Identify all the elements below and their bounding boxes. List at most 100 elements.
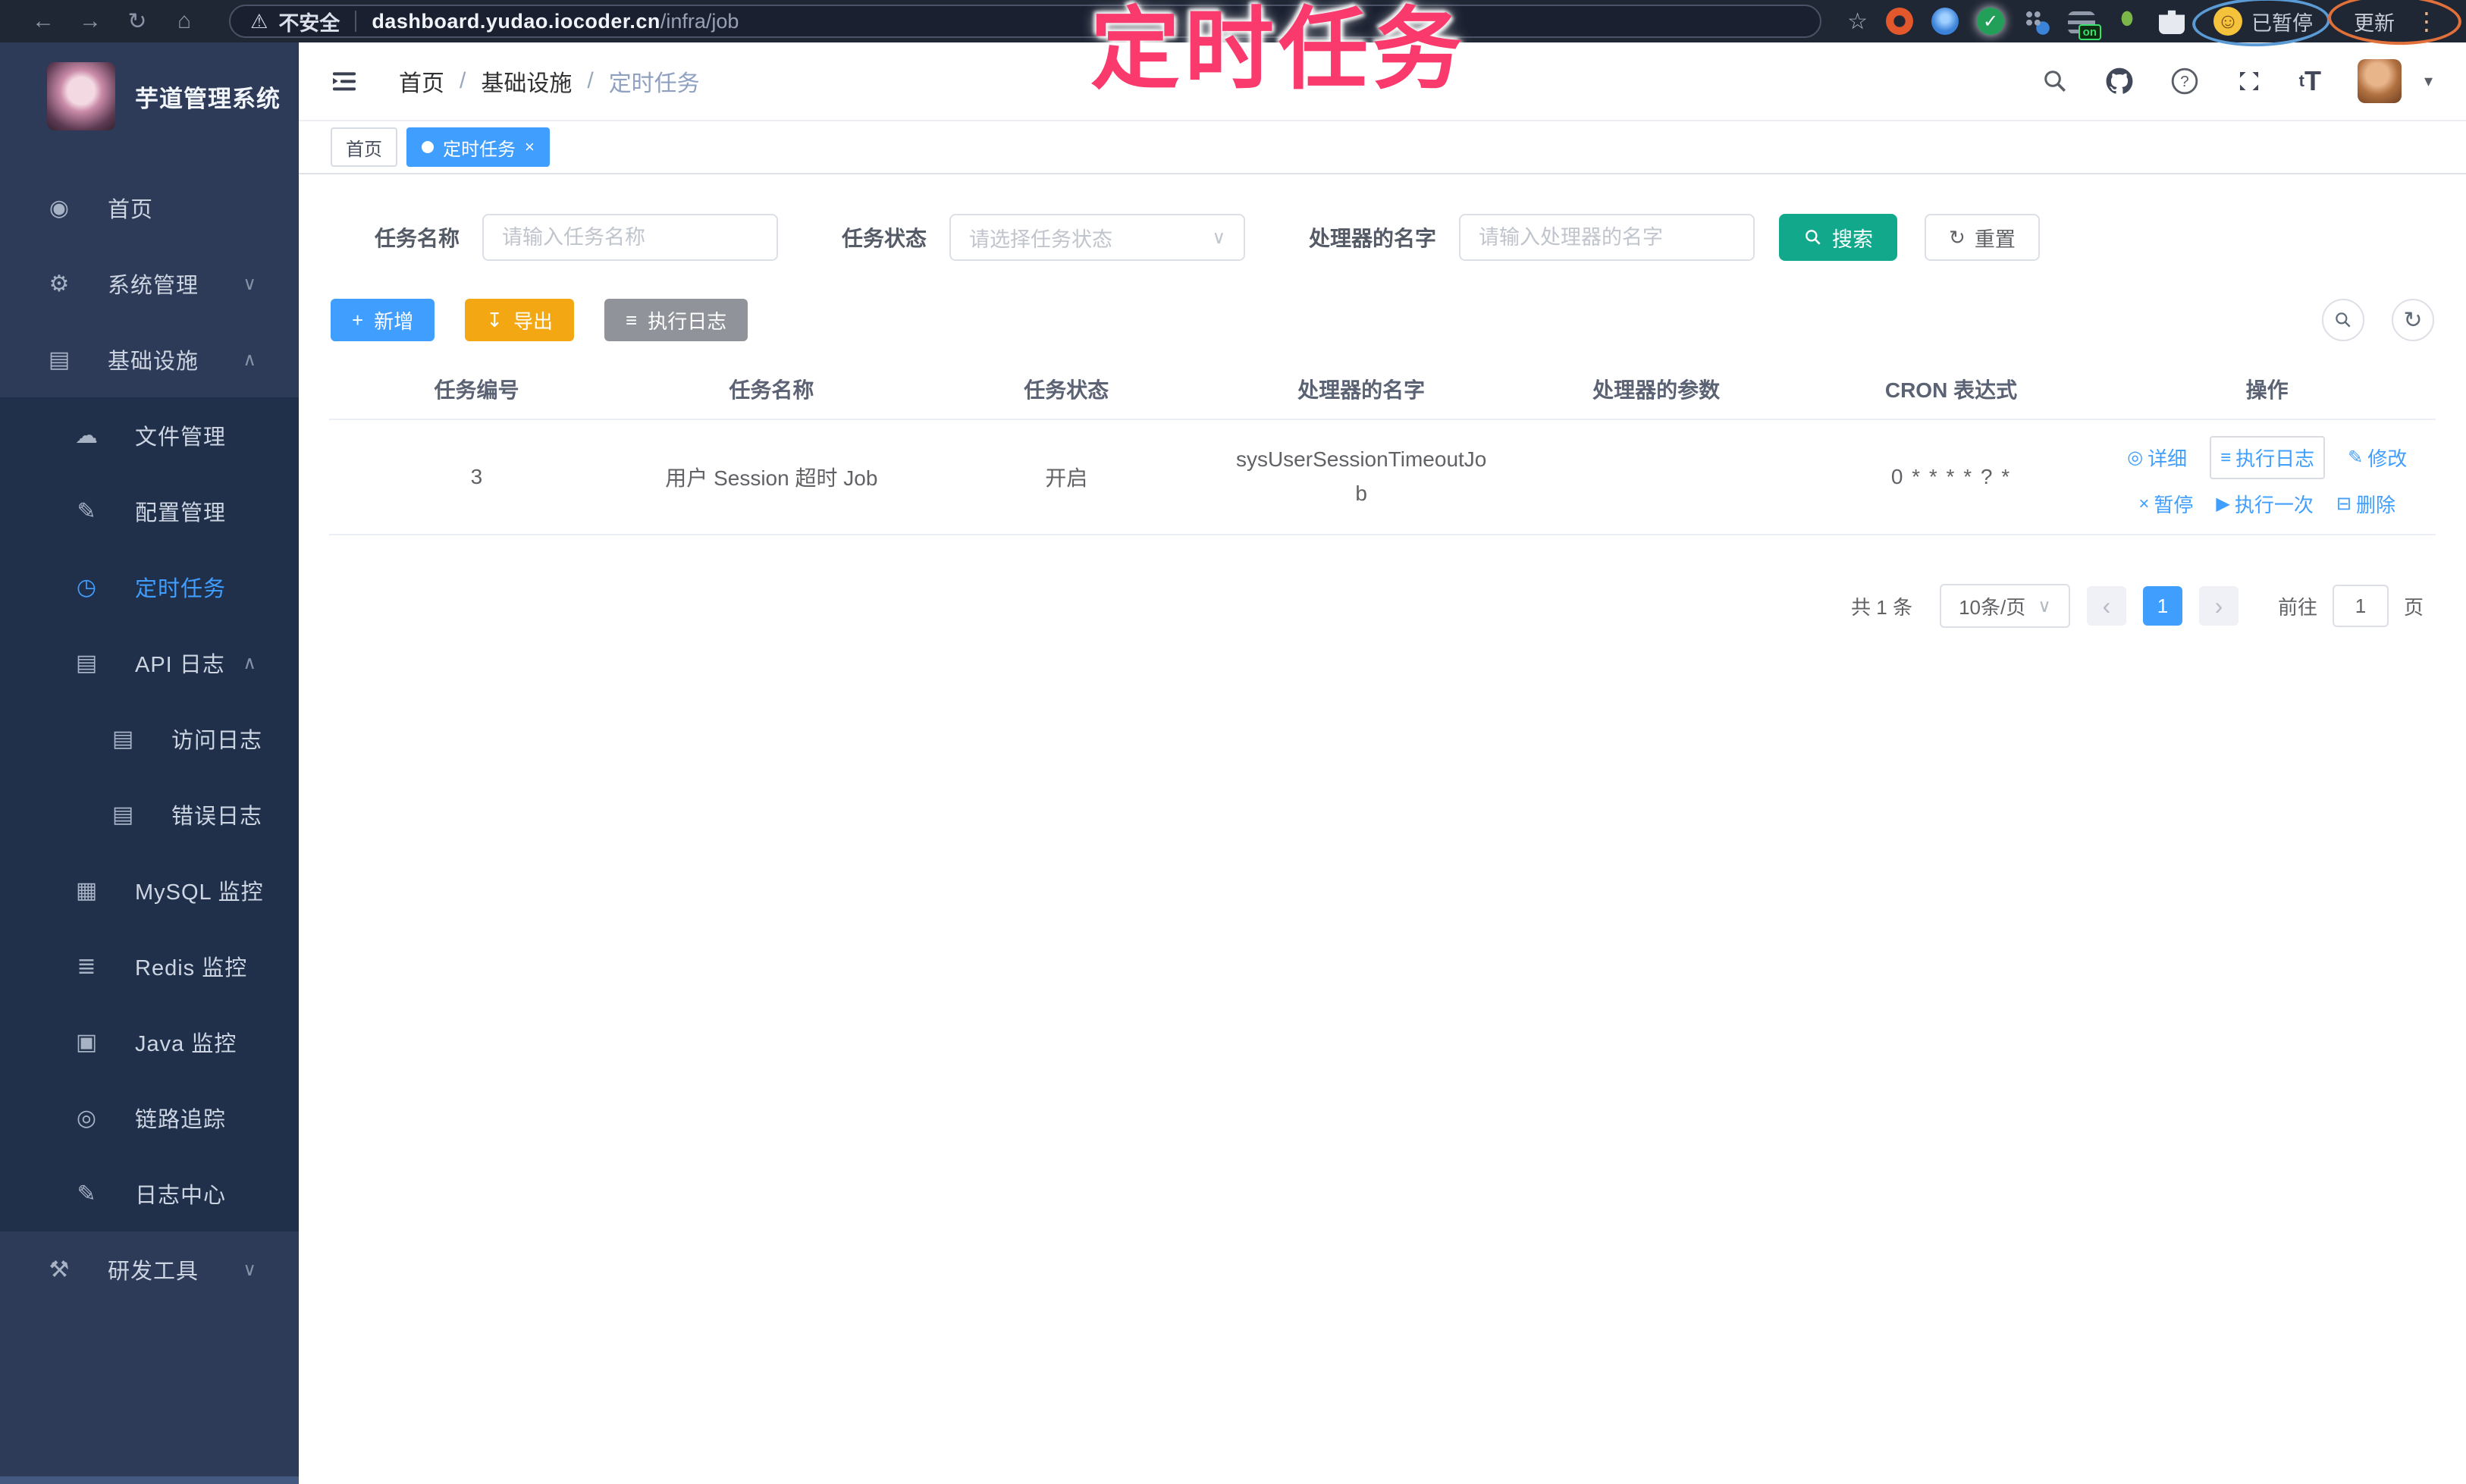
row-execution-log-link[interactable]: ≡ 执行日志 xyxy=(2210,436,2326,479)
sidebar-item-config-management[interactable]: ✎ 配置管理 xyxy=(0,473,299,549)
address-bar[interactable]: ⚠ 不安全 dashboard.yudao.iocoder.cn /infra/… xyxy=(229,5,1822,38)
breadcrumb-separator: / xyxy=(460,68,466,93)
sidebar-item-label: 访问日志 xyxy=(171,729,263,753)
extension-icon-green-check[interactable] xyxy=(1977,8,2004,35)
sidebar-item-java-monitor[interactable]: ▣ Java 监控 xyxy=(0,1004,299,1080)
browser-menu-icon[interactable]: ⋮ xyxy=(2414,7,2439,36)
sidebar-item-system[interactable]: ⚙ 系统管理 ∨ xyxy=(0,246,299,322)
tab-home[interactable]: 首页 xyxy=(331,127,397,167)
edit-link[interactable]: ✎ 修改 xyxy=(2348,444,2407,472)
back-icon[interactable]: ← xyxy=(20,8,67,34)
url-divider xyxy=(355,11,357,32)
extension-icon-leaf[interactable] xyxy=(2113,8,2141,35)
sidebar-item-tracing[interactable]: ◎ 链路追踪 xyxy=(0,1080,299,1156)
job-status-label: 任务状态 xyxy=(842,227,927,250)
help-icon[interactable]: ? xyxy=(2170,67,2199,96)
home-icon[interactable]: ⌂ xyxy=(161,8,208,34)
extension-icon-list[interactable]: on xyxy=(2068,11,2101,40)
extension-icon-orange[interactable] xyxy=(1886,8,1913,35)
github-icon[interactable] xyxy=(2105,67,2134,96)
sidebar-item-api-logs[interactable]: ▤ API 日志 ∧ xyxy=(0,625,299,701)
sidebar-item-label: 系统管理 xyxy=(108,274,199,298)
sidebar-logo-row[interactable]: 芋道管理系统 xyxy=(0,42,299,130)
breadcrumb-current: 定时任务 xyxy=(608,71,700,96)
reset-button-label: 重置 xyxy=(1974,227,2016,251)
sidebar-item-infrastructure[interactable]: ▤ 基础设施 ∧ xyxy=(0,322,299,397)
screen: ← → ↻ ⌂ ⚠ 不安全 dashboard.yudao.iocoder.cn… xyxy=(0,0,2466,1484)
search-button[interactable]: 搜索 xyxy=(1779,214,1898,261)
chevron-up-icon: ∧ xyxy=(243,652,256,673)
infrastructure-icon: ▤ xyxy=(48,347,71,372)
job-status-select[interactable]: 请选择任务状态 ∨ xyxy=(949,214,1246,261)
pagination: 共 1 条 10条/页 ∨ ‹ 1 › 前往 页 xyxy=(299,584,2424,628)
sidebar-item-label: 基础设施 xyxy=(108,350,199,374)
forward-icon[interactable]: → xyxy=(67,8,114,34)
refresh-button[interactable]: ↻ xyxy=(2392,299,2434,341)
browser-profile-chip[interactable]: ☺ 已暂停 xyxy=(2191,0,2332,49)
cell-job-id: 3 xyxy=(470,465,483,488)
sidebar-item-error-logs[interactable]: ▤ 错误日志 xyxy=(0,777,299,852)
handler-name-label: 处理器的名字 xyxy=(1309,227,1437,250)
delete-link[interactable]: ⊟ 删除 xyxy=(2336,490,2395,518)
tab-scheduled-jobs[interactable]: 定时任务 × xyxy=(406,127,550,167)
browser-toolbar-right: ☆ on ☺ 已暂停 更新 ⋮ xyxy=(1847,0,2466,49)
sidebar-toggle-icon[interactable] xyxy=(329,66,359,96)
toolbox-icon: ⚒ xyxy=(49,1257,70,1282)
job-name-input[interactable] xyxy=(482,214,779,261)
reset-button[interactable]: ↻ 重置 xyxy=(1925,214,2040,261)
filter-form: 任务名称 任务状态 请选择任务状态 ∨ 处理器的名字 搜索 ↻ 重置 xyxy=(299,214,2466,261)
search-toggle-button[interactable] xyxy=(2322,299,2364,341)
goto-page-group: 前往 页 xyxy=(2278,585,2424,627)
sidebar-item-home[interactable]: ◉ 首页 xyxy=(0,170,299,246)
sidebar-item-dev-tools[interactable]: ⚒ 研发工具 ∨ xyxy=(0,1231,299,1307)
font-size-icon[interactable]: tT xyxy=(2299,65,2321,97)
bookmark-star-icon[interactable]: ☆ xyxy=(1847,8,1868,35)
jobs-table: 任务编号 任务名称 任务状态 处理器的名字 处理器的参数 CRON 表达式 操作… xyxy=(329,359,2436,535)
eye-icon: ◎ xyxy=(2127,447,2144,468)
next-page-button[interactable]: › xyxy=(2198,586,2239,626)
sidebar-item-label: 配置管理 xyxy=(135,501,227,526)
execution-log-button[interactable]: ≡ 执行日志 xyxy=(604,299,748,341)
close-icon[interactable]: × xyxy=(525,137,535,157)
extension-icon-grid[interactable] xyxy=(2022,8,2050,35)
prev-page-button[interactable]: ‹ xyxy=(2086,586,2126,626)
pause-link[interactable]: × 暂停 xyxy=(2138,490,2193,518)
breadcrumb-section[interactable]: 基础设施 xyxy=(481,64,572,98)
add-button[interactable]: + 新增 xyxy=(331,299,435,341)
chevron-down-icon: ∨ xyxy=(243,1259,256,1280)
reload-icon[interactable]: ↻ xyxy=(114,8,161,35)
annotation-orange-ellipse xyxy=(2326,0,2463,47)
extensions-puzzle-icon[interactable] xyxy=(2159,10,2185,34)
sidebar-item-redis-monitor[interactable]: ≣ Redis 监控 xyxy=(0,928,299,1004)
chevron-down-icon: ∨ xyxy=(2038,595,2051,617)
sidebar-item-file-management[interactable]: ☁ 文件管理 xyxy=(0,397,299,473)
sidebar-item-label: MySQL 监控 xyxy=(135,880,264,905)
run-once-link[interactable]: ▶ 执行一次 xyxy=(2216,490,2313,518)
cloud-upload-icon: ☁ xyxy=(75,422,98,448)
sidebar-item-mysql-monitor[interactable]: ▦ MySQL 监控 xyxy=(0,852,299,928)
sidebar-item-scheduled-jobs[interactable]: ◷ 定时任务 xyxy=(0,549,299,625)
page-number-1[interactable]: 1 xyxy=(2142,586,2182,626)
tab-label: 定时任务 xyxy=(443,139,516,160)
sidebar-item-label: 错误日志 xyxy=(171,805,263,829)
sidebar-item-access-logs[interactable]: ▤ 访问日志 xyxy=(0,701,299,777)
security-warning-icon: ⚠ xyxy=(250,9,268,33)
sidebar-item-log-center[interactable]: ✎ 日志中心 xyxy=(0,1156,299,1231)
extension-icon-blue[interactable] xyxy=(1931,8,1959,35)
caret-down-icon[interactable]: ▾ xyxy=(2424,71,2433,91)
fullscreen-icon[interactable] xyxy=(2235,67,2263,95)
breadcrumb-home[interactable]: 首页 xyxy=(399,64,444,98)
page-unit-label: 页 xyxy=(2403,595,2424,619)
layers-icon: ≣ xyxy=(77,953,96,979)
goto-page-input[interactable] xyxy=(2332,585,2389,627)
row-actions: ◎ 详细 ≡ 执行日志 ✎ 修改 × 暂停 ▶ 执行一次 ⊟ 删除 xyxy=(2098,436,2435,518)
extension-on-badge: on xyxy=(2078,24,2101,40)
page-size-value: 10条/页 xyxy=(1959,595,2026,619)
export-button[interactable]: ↧ 导出 xyxy=(465,299,575,341)
search-icon[interactable] xyxy=(2041,67,2069,95)
handler-name-input[interactable] xyxy=(1459,214,1755,261)
update-button[interactable]: 更新 xyxy=(2354,7,2395,36)
page-size-select[interactable]: 10条/页 ∨ xyxy=(1939,584,2070,628)
detail-link[interactable]: ◎ 详细 xyxy=(2127,444,2187,472)
user-avatar[interactable] xyxy=(2357,59,2402,103)
